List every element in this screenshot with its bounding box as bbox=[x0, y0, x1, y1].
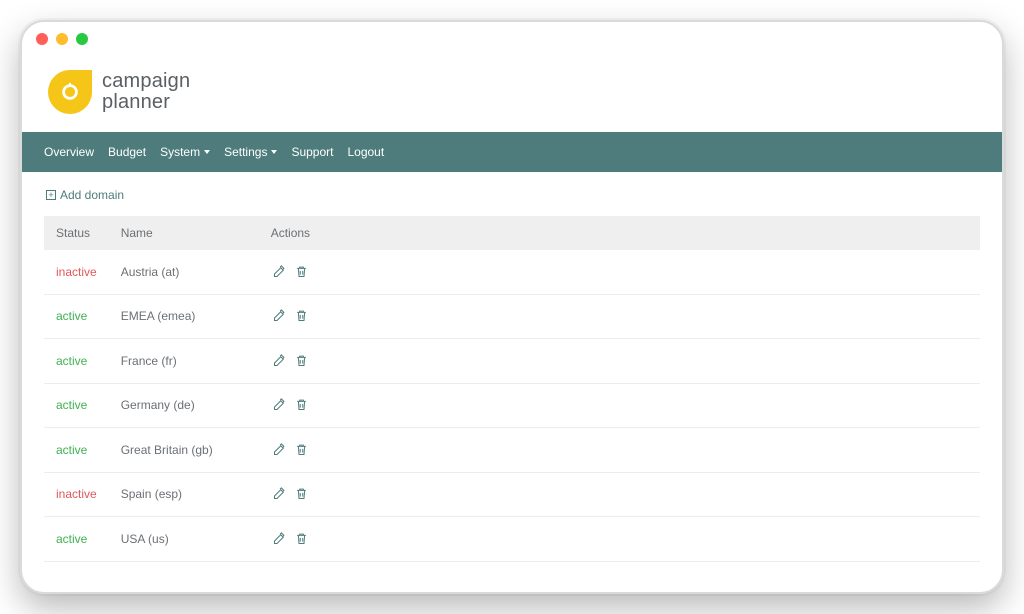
name-cell: EMEA (emea) bbox=[109, 294, 259, 339]
name-cell: Germany (de) bbox=[109, 383, 259, 428]
actions-cell bbox=[259, 428, 980, 473]
browser-window: campaign planner Overview Budget System … bbox=[20, 20, 1004, 594]
app-logo: campaign planner bbox=[22, 56, 1002, 132]
name-cell: France (fr) bbox=[109, 339, 259, 384]
trash-icon bbox=[294, 442, 309, 457]
window-titlebar bbox=[22, 22, 1002, 56]
table-row: activeUSA (us) bbox=[44, 517, 980, 562]
edit-icon bbox=[272, 397, 287, 412]
edit-icon bbox=[272, 353, 287, 368]
header-actions: Actions bbox=[259, 216, 980, 250]
trash-icon bbox=[294, 308, 309, 323]
header-status: Status bbox=[44, 216, 109, 250]
nav-system-label: System bbox=[160, 145, 200, 159]
window-maximize-button[interactable] bbox=[76, 33, 88, 45]
window-close-button[interactable] bbox=[36, 33, 48, 45]
table-row: activeGreat Britain (gb) bbox=[44, 428, 980, 473]
logo-line1: campaign bbox=[102, 71, 190, 92]
name-cell: Spain (esp) bbox=[109, 472, 259, 517]
edit-icon bbox=[272, 264, 287, 279]
nav-support[interactable]: Support bbox=[291, 145, 333, 159]
nav-budget[interactable]: Budget bbox=[108, 145, 146, 159]
status-cell: inactive bbox=[44, 472, 109, 517]
actions-cell bbox=[259, 250, 980, 294]
name-cell: USA (us) bbox=[109, 517, 259, 562]
edit-icon bbox=[272, 308, 287, 323]
add-domain-label: Add domain bbox=[60, 188, 124, 202]
trash-icon bbox=[294, 397, 309, 412]
status-cell: active bbox=[44, 428, 109, 473]
status-cell: inactive bbox=[44, 250, 109, 294]
actions-cell bbox=[259, 339, 980, 384]
trash-icon bbox=[294, 264, 309, 279]
delete-button[interactable] bbox=[293, 485, 311, 503]
edit-button[interactable] bbox=[271, 440, 289, 458]
logo-line2: planner bbox=[102, 92, 190, 113]
table-row: inactiveSpain (esp) bbox=[44, 472, 980, 517]
delete-button[interactable] bbox=[293, 307, 311, 325]
delete-button[interactable] bbox=[293, 262, 311, 280]
nav-logout[interactable]: Logout bbox=[347, 145, 384, 159]
name-cell: Austria (at) bbox=[109, 250, 259, 294]
edit-icon bbox=[272, 442, 287, 457]
name-cell: Great Britain (gb) bbox=[109, 428, 259, 473]
status-cell: active bbox=[44, 517, 109, 562]
nav-overview[interactable]: Overview bbox=[44, 145, 94, 159]
delete-button[interactable] bbox=[293, 440, 311, 458]
add-domain-link[interactable]: + Add domain bbox=[46, 188, 124, 202]
status-cell: active bbox=[44, 339, 109, 384]
nav-system[interactable]: System bbox=[160, 145, 210, 159]
trash-icon bbox=[294, 531, 309, 546]
edit-icon bbox=[272, 531, 287, 546]
logo-icon bbox=[48, 70, 92, 114]
status-cell: active bbox=[44, 294, 109, 339]
logo-text: campaign planner bbox=[102, 71, 190, 113]
edit-button[interactable] bbox=[271, 485, 289, 503]
actions-cell bbox=[259, 383, 980, 428]
edit-button[interactable] bbox=[271, 307, 289, 325]
nav-settings-label: Settings bbox=[224, 145, 267, 159]
trash-icon bbox=[294, 353, 309, 368]
edit-button[interactable] bbox=[271, 262, 289, 280]
trash-icon bbox=[294, 486, 309, 501]
domains-table: Status Name Actions inactiveAustria (at)… bbox=[44, 216, 980, 562]
edit-button[interactable] bbox=[271, 396, 289, 414]
main-nav: Overview Budget System Settings Support … bbox=[22, 132, 1002, 172]
caret-down-icon bbox=[204, 150, 210, 154]
delete-button[interactable] bbox=[293, 529, 311, 547]
actions-cell bbox=[259, 517, 980, 562]
edit-icon bbox=[272, 486, 287, 501]
edit-button[interactable] bbox=[271, 351, 289, 369]
header-name: Name bbox=[109, 216, 259, 250]
delete-button[interactable] bbox=[293, 396, 311, 414]
actions-cell bbox=[259, 294, 980, 339]
table-row: activeFrance (fr) bbox=[44, 339, 980, 384]
nav-settings[interactable]: Settings bbox=[224, 145, 277, 159]
table-row: activeEMEA (emea) bbox=[44, 294, 980, 339]
plus-icon: + bbox=[46, 190, 56, 200]
edit-button[interactable] bbox=[271, 529, 289, 547]
table-row: activeGermany (de) bbox=[44, 383, 980, 428]
window-minimize-button[interactable] bbox=[56, 33, 68, 45]
caret-down-icon bbox=[271, 150, 277, 154]
actions-cell bbox=[259, 472, 980, 517]
status-cell: active bbox=[44, 383, 109, 428]
table-row: inactiveAustria (at) bbox=[44, 250, 980, 294]
delete-button[interactable] bbox=[293, 351, 311, 369]
